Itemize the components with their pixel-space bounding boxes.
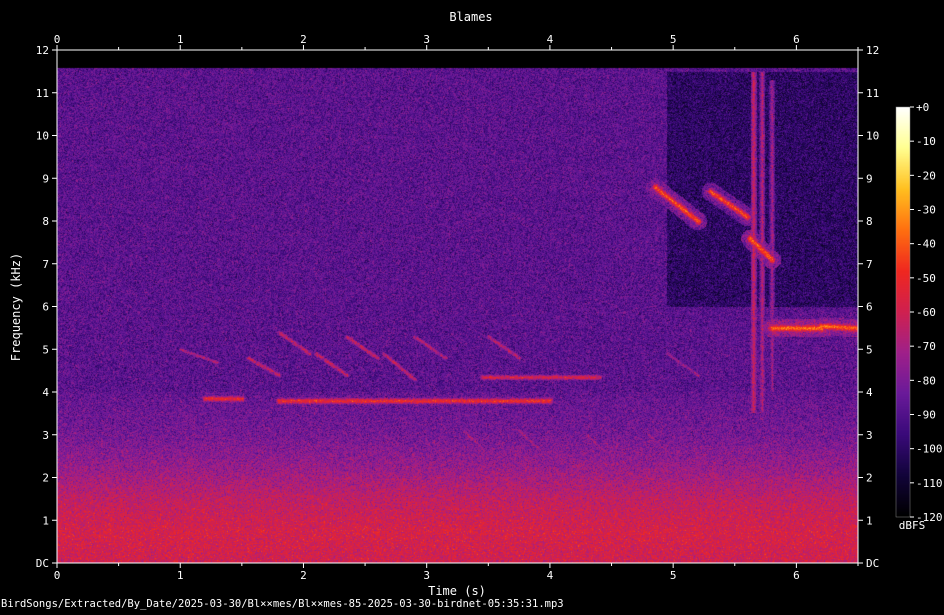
x-tick-label: 1 (177, 569, 184, 582)
colorbar-tick-label: -30 (916, 204, 936, 217)
y-tick-label-right: 11 (866, 87, 879, 100)
y-tick-label: DC (36, 557, 49, 570)
y-tick-label: 11 (36, 87, 49, 100)
x-axis-bottom: 0 1 2 3 4 5 6 (54, 563, 859, 582)
y-tick-label: 2 (42, 472, 49, 485)
colorbar-tick-label: -40 (916, 238, 936, 251)
y-tick-label-right: 12 (866, 44, 879, 57)
y-tick-label: 1 (42, 514, 49, 527)
colorbar-tick-label: -20 (916, 169, 936, 182)
x-tick-label-top: 6 (793, 33, 800, 46)
y-tick-label: 7 (42, 258, 49, 271)
x-tick-label-top: 4 (547, 33, 554, 46)
x-tick-label-top: 3 (423, 33, 430, 46)
y-tick-label: 6 (42, 301, 49, 314)
chart-title: Blames (449, 10, 492, 24)
x-tick-label-top: 1 (177, 33, 184, 46)
y-tick-label-right: 1 (866, 514, 873, 527)
x-tick-label: 3 (423, 569, 430, 582)
spectrogram-canvas (57, 50, 858, 563)
spectrogram-figure: Blames 0123456 0123456 DC 1 2 3 4 5 6 7 8 9 10 11 12… (0, 0, 944, 611)
y-tick-label: 4 (42, 386, 49, 399)
colorbar-tick-label: -100 (916, 443, 943, 456)
y-tick-label: 12 (36, 44, 49, 57)
y-tick-label-right: 7 (866, 258, 873, 271)
x-tick-label: 4 (547, 569, 554, 582)
colorbar-tick-label: +0 (916, 101, 929, 114)
x-tick-label: 6 (793, 569, 800, 582)
y-tick-label-right: 5 (866, 343, 873, 356)
y-tick-label-right: DC (866, 557, 879, 570)
x-tick-label: 5 (670, 569, 677, 582)
colorbar-tick-label: -10 (916, 135, 936, 148)
y-tick-label-right: 4 (866, 386, 873, 399)
x-axis-top: 0 1 2 3 4 5 6 (54, 33, 859, 50)
colorbar-foreign (896, 107, 910, 517)
colorbar-tick-label: -80 (916, 374, 936, 387)
colorbar-tick-label: -60 (916, 306, 936, 319)
y-tick-label-right: 2 (866, 472, 873, 485)
y-tick-label-right: 10 (866, 130, 879, 143)
colorbar-tick-label: -70 (916, 340, 936, 353)
x-tick-label-top: 0 (54, 33, 61, 46)
y-tick-label: 3 (42, 429, 49, 442)
plot-foreign (57, 50, 858, 563)
y-tick-label-right: 3 (866, 429, 873, 442)
colorbar-tick-label: -110 (916, 477, 943, 490)
colorbar-ticks: +0-10-20-30-40-50-60-70-80-90-100-110-12… (910, 101, 943, 524)
colorbar-tick-label: -90 (916, 409, 936, 422)
y-tick-label: 8 (42, 215, 49, 228)
colorbar-gradient (896, 107, 910, 517)
y-tick-label: 10 (36, 130, 49, 143)
spectrogram-chart: Blames 0123456 0123456 DC123456789101112… (1, 10, 943, 610)
colorbar-tick-label: -50 (916, 272, 936, 285)
file-path-caption: BirdSongs/Extracted/By_Date/2025-03-30/B… (1, 598, 564, 610)
y-tick-label: 5 (42, 343, 49, 356)
x-tick-label-top: 5 (670, 33, 677, 46)
y-tick-label-right: 8 (866, 215, 873, 228)
x-axis-label: Time (s) (428, 584, 486, 598)
x-tick-label-top: 2 (300, 33, 307, 46)
y-tick-label-right: 6 (866, 301, 873, 314)
y-axis-left: DC123456789101112 (36, 44, 57, 570)
x-tick-label: 0 (54, 569, 61, 582)
y-axis-right: DC123456789101112 (858, 44, 879, 570)
colorbar-label: dBFS (899, 519, 926, 532)
y-axis-label: Frequency (kHz) (9, 253, 23, 361)
y-tick-label-right: 9 (866, 172, 873, 185)
y-tick-label: 9 (42, 172, 49, 185)
x-tick-label: 2 (300, 569, 307, 582)
